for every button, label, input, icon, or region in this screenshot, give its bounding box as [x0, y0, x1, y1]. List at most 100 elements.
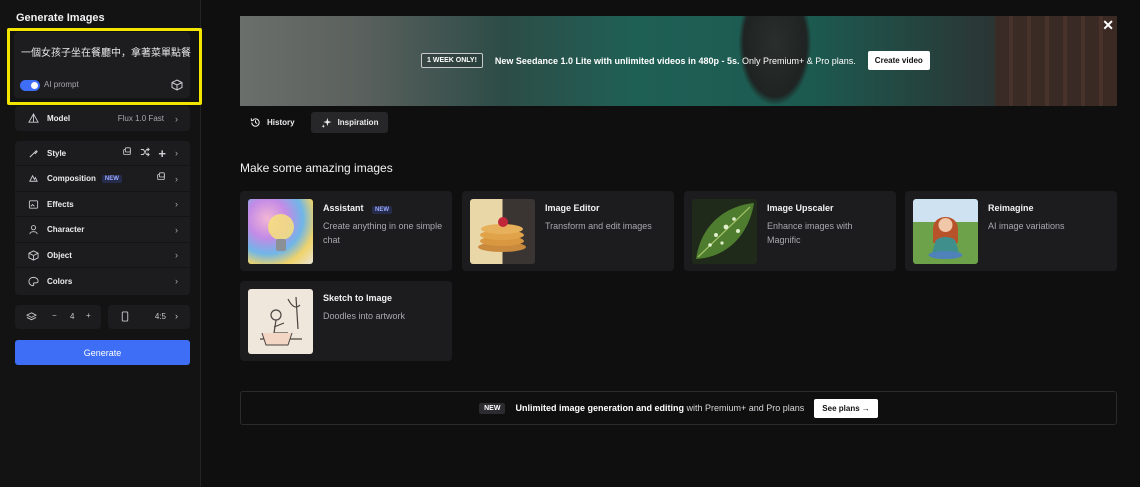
- girl-portrait-icon: [928, 217, 963, 259]
- promo-banner: 1 WEEK ONLY! New Seedance 1.0 Lite with …: [240, 16, 1117, 106]
- assistant-thumbnail: [248, 199, 313, 264]
- banner-text-bold: New Seedance 1.0 Lite with unlimited vid…: [494, 55, 740, 66]
- option-object[interactable]: Object ›: [15, 243, 190, 268]
- aspect-ratio-value: 4:5: [154, 312, 166, 321]
- chevron-right-icon: ›: [175, 224, 178, 235]
- model-icon: [27, 113, 39, 125]
- ai-prompt-label: AI prompt: [44, 80, 79, 89]
- option-label: Composition: [47, 174, 96, 183]
- chevron-right-icon: ›: [175, 148, 178, 158]
- card-title: Image Editor: [545, 203, 600, 213]
- card-image-upscaler[interactable]: Image Upscaler Enhance images with Magni…: [684, 191, 896, 271]
- card-reimagine[interactable]: Reimagine AI image variations: [905, 191, 1117, 271]
- composition-tools: [156, 172, 166, 185]
- generate-button[interactable]: Generate: [15, 340, 190, 365]
- create-video-button[interactable]: Create video: [867, 51, 930, 70]
- card-title: Sketch to Image: [323, 293, 393, 303]
- option-style[interactable]: Style + ›: [15, 141, 190, 166]
- see-plans-button[interactable]: See plans →: [814, 398, 878, 418]
- tab-history[interactable]: History: [240, 112, 305, 133]
- option-label: Colors: [47, 276, 73, 286]
- card-title: Assistant NEW: [323, 203, 393, 214]
- shuffle-icon[interactable]: [140, 147, 151, 160]
- plans-text-rest: with Premium+ and Pro plans: [683, 403, 805, 413]
- aspect-ratio-select[interactable]: 4:5 ›: [108, 305, 190, 329]
- image-count-stepper: − 4 +: [15, 305, 101, 329]
- card-description: Doodles into artwork: [323, 311, 406, 321]
- banner-text: New Seedance 1.0 Lite with unlimited vid…: [495, 56, 856, 66]
- phone-icon: [120, 311, 130, 324]
- option-composition[interactable]: Composition NEW ›: [15, 167, 190, 192]
- arrow-right-icon: →: [861, 403, 870, 413]
- option-effects[interactable]: Effects ›: [15, 192, 190, 217]
- card-title-text: Assistant: [323, 203, 364, 213]
- option-label: Effects: [47, 199, 74, 209]
- card-assistant[interactable]: Assistant NEW Create anything in one sim…: [240, 191, 452, 271]
- object-icon: [27, 249, 39, 261]
- new-badge: NEW: [372, 206, 393, 214]
- plans-text-bold: Unlimited image generation and editing: [515, 403, 684, 413]
- sidebar-title: Generate Images: [16, 12, 105, 24]
- banner-text-rest: Only Premium+ & Pro plans.: [739, 55, 856, 66]
- model-value: Flux 1.0 Fast: [117, 114, 164, 123]
- card-description: AI image variations: [988, 221, 1065, 231]
- style-icon: [27, 147, 39, 159]
- new-badge: NEW: [101, 174, 122, 183]
- card-image-editor[interactable]: Image Editor Transform and edit images: [462, 191, 674, 271]
- new-badge: NEW: [479, 402, 506, 414]
- sidebar: Generate Images 一個女孩子坐在餐廳中，拿著菜單點餐 AI pro…: [0, 0, 202, 487]
- card-description: Transform and edit images: [545, 221, 652, 231]
- model-label: Model: [47, 114, 71, 123]
- tab-inspiration[interactable]: Inspiration: [310, 112, 389, 133]
- style-tools: +: [122, 146, 166, 161]
- sketch-person-icon: [260, 296, 302, 346]
- prompt-input[interactable]: 一個女孩子坐在餐廳中，拿著菜單點餐 AI prompt: [14, 32, 191, 98]
- model-panel: Model Flux 1.0 Fast ›: [15, 106, 190, 131]
- prompt-text[interactable]: 一個女孩子坐在餐廳中，拿著菜單點餐: [21, 44, 191, 59]
- colors-icon: [27, 275, 39, 287]
- option-colors[interactable]: Colors ›: [15, 269, 190, 294]
- chevron-right-icon: ›: [175, 250, 178, 260]
- effects-icon: [27, 198, 39, 210]
- count-value: 4: [70, 312, 75, 321]
- close-icon[interactable]: ✕: [1102, 17, 1114, 34]
- card-sketch-to-image[interactable]: Sketch to Image Doodles into artwork: [240, 281, 452, 361]
- ai-prompt-toggle[interactable]: [20, 80, 40, 91]
- sparkle-icon: [321, 117, 332, 128]
- model-row[interactable]: Model Flux 1.0 Fast ›: [15, 106, 190, 131]
- option-character[interactable]: Character ›: [15, 218, 190, 243]
- card-description: Create anything in one simple chat: [323, 221, 443, 245]
- card-title: Image Upscaler: [767, 203, 834, 213]
- chevron-right-icon: ›: [175, 311, 178, 321]
- tab-bar: History Inspiration: [240, 112, 389, 133]
- image-editor-thumbnail: [470, 199, 535, 264]
- cube-icon[interactable]: [171, 79, 183, 91]
- pancakes-icon: [478, 217, 526, 252]
- banner-building-image: [995, 16, 1117, 106]
- chevron-right-icon: ›: [175, 199, 178, 209]
- image-upscaler-thumbnail: [692, 199, 757, 264]
- sketch-to-image-thumbnail: [248, 289, 313, 354]
- chevron-right-icon: ›: [175, 113, 178, 124]
- layers-icon: [25, 311, 38, 324]
- style-preset-icon[interactable]: [122, 146, 132, 160]
- banner-content: 1 WEEK ONLY! New Seedance 1.0 Lite with …: [421, 51, 930, 70]
- tab-label: History: [267, 118, 295, 127]
- section-title: Make some amazing images: [240, 161, 393, 175]
- option-label: Style: [47, 148, 67, 158]
- option-label: Object: [47, 250, 72, 260]
- options-panel: Style + › Composition NEW › Effects › Ch…: [15, 141, 190, 295]
- card-title: Reimagine: [988, 203, 1034, 213]
- plus-icon[interactable]: +: [158, 146, 166, 161]
- decrement-button[interactable]: −: [52, 311, 57, 320]
- character-icon: [27, 224, 39, 236]
- composition-preset-icon[interactable]: [156, 172, 166, 185]
- plans-text: Unlimited image generation and editing w…: [515, 403, 804, 413]
- see-plans-label: See plans: [822, 403, 860, 413]
- chevron-right-icon: ›: [175, 173, 178, 184]
- card-description: Enhance images with Magnific: [767, 221, 853, 245]
- increment-button[interactable]: +: [86, 311, 91, 320]
- history-icon: [250, 117, 261, 128]
- composition-icon: [27, 173, 39, 185]
- leaf-icon: [696, 203, 754, 259]
